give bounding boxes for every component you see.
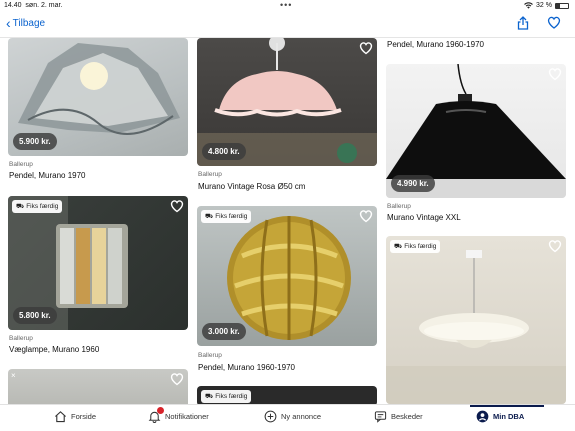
listing-photo: × [8,369,188,404]
listing-card[interactable]: × [8,369,188,404]
tab-notifikationer[interactable]: Notifikationer [148,407,209,423]
truck-icon: ⛟ [394,243,403,250]
listing-photo: 5.900 kr. [8,38,188,156]
listing-card[interactable]: 4.800 kr. Ballerup Murano Vintage Rosa Ø… [197,38,377,198]
listing-title: Pendel, Murano 1960-1970 [198,363,295,372]
listing-card[interactable]: ⛟ Fiks færdig 5.800 kr. Ballerup Væglampe… [8,196,188,361]
back-button[interactable]: ‹ Tilbage [6,15,46,31]
listing-title: Murano Vintage Rosa Ø50 cm [198,182,306,191]
listing-photo: 4.800 kr. [197,38,377,166]
fiks-faerdig-badge: ⛟ Fiks færdig [12,200,63,213]
tab-beskeder[interactable]: Beskeder [374,410,423,423]
tab-label: Min DBA [493,412,525,421]
listing-photo: ⛟ Fiks færdig [386,236,566,404]
home-icon [55,411,66,423]
listing-location: Ballerup [9,161,33,168]
listing-title: Pendel, Murano 1960-1970 [387,40,484,49]
price-tag: 4.800 kr. [202,143,246,160]
listing-location: Ballerup [198,352,222,359]
back-label: Tilbage [12,17,46,29]
listing-card[interactable]: ⛟ Fiks færdig 3.000 kr. Ballerup Pendel, … [197,206,377,381]
favorite-heart-icon[interactable] [359,41,373,55]
user-icon [476,410,489,423]
tab-forside[interactable]: Forside [54,410,96,423]
close-icon: × [11,371,16,380]
price-tag: 3.000 kr. [202,323,246,340]
active-tab-indicator [470,405,544,407]
wifi-icon [524,2,533,9]
favorite-heart-icon[interactable] [548,67,562,81]
battery-icon [555,2,569,9]
price-tag: 5.800 kr. [13,307,57,324]
truck-icon: ⛟ [205,393,214,400]
truck-icon: ⛟ [16,203,25,210]
tab-label: Forside [71,412,97,421]
notification-dot [157,407,164,414]
favorite-heart-icon[interactable] [548,239,562,253]
fiks-faerdig-badge: ⛟ Fiks færdig [201,210,252,223]
favorite-heart-icon[interactable] [170,199,184,213]
tab-bar: Forside Notifikationer Ny annonce Besked… [0,404,575,431]
tab-ny-annonce[interactable]: Ny annonce [264,410,321,423]
listing-location: Ballerup [9,335,33,342]
listing-photo: 4.990 kr. [386,64,566,198]
share-icon[interactable] [517,16,529,30]
nav-bar: ‹ Tilbage [0,12,575,38]
favorite-heart-icon[interactable] [170,372,184,386]
listing-card[interactable]: 5.900 kr. Ballerup Pendel, Murano 1970 [8,38,188,183]
favorite-heart-icon[interactable] [359,209,373,223]
fiks-faerdig-badge: ⛟ Fiks færdig [201,390,252,403]
status-time: 14.40 søn. 2. mar. [4,2,63,9]
chat-icon [374,411,387,423]
price-tag: 5.900 kr. [13,133,57,150]
tab-min-dba[interactable]: Min DBA [476,410,524,423]
chevron-left-icon: ‹ [6,15,11,31]
tab-label: Notifikationer [165,412,209,421]
heart-icon[interactable] [547,16,561,29]
truck-icon: ⛟ [205,213,214,220]
multitask-dots[interactable]: ••• [280,0,292,10]
fiks-faerdig-badge: ⛟ Fiks færdig [390,240,441,253]
listing-title: Væglampe, Murano 1960 [9,345,100,354]
listing-photo: ⛟ Fiks færdig [197,386,377,404]
listing-card[interactable]: ⛟ Fiks færdig [386,236,566,404]
status-bar: 14.40 søn. 2. mar. ••• 32 % [0,0,575,12]
listing-card[interactable]: 4.990 kr. Ballerup Murano Vintage XXL [386,64,566,224]
listing-location: Ballerup [387,203,411,210]
tab-label: Ny annonce [281,412,322,421]
tab-label: Beskeder [391,412,423,421]
listing-title: Pendel, Murano 1970 [9,171,86,180]
listing-title: Murano Vintage XXL [387,213,461,222]
listing-card[interactable]: Pendel, Murano 1960-1970 [386,38,566,54]
white-lamp-image [386,250,566,404]
plus-circle-icon [264,410,277,423]
listing-grid: 5.900 kr. Ballerup Pendel, Murano 1970 ⛟… [0,38,575,404]
battery-percent: 32 % [536,2,552,9]
price-tag: 4.990 kr. [391,175,435,192]
listing-photo: ⛟ Fiks færdig 5.800 kr. [8,196,188,330]
status-right: 32 % [524,2,569,9]
listing-location: Ballerup [198,171,222,178]
listing-card[interactable]: ⛟ Fiks færdig [197,386,377,404]
listing-photo: ⛟ Fiks færdig 3.000 kr. [197,206,377,346]
